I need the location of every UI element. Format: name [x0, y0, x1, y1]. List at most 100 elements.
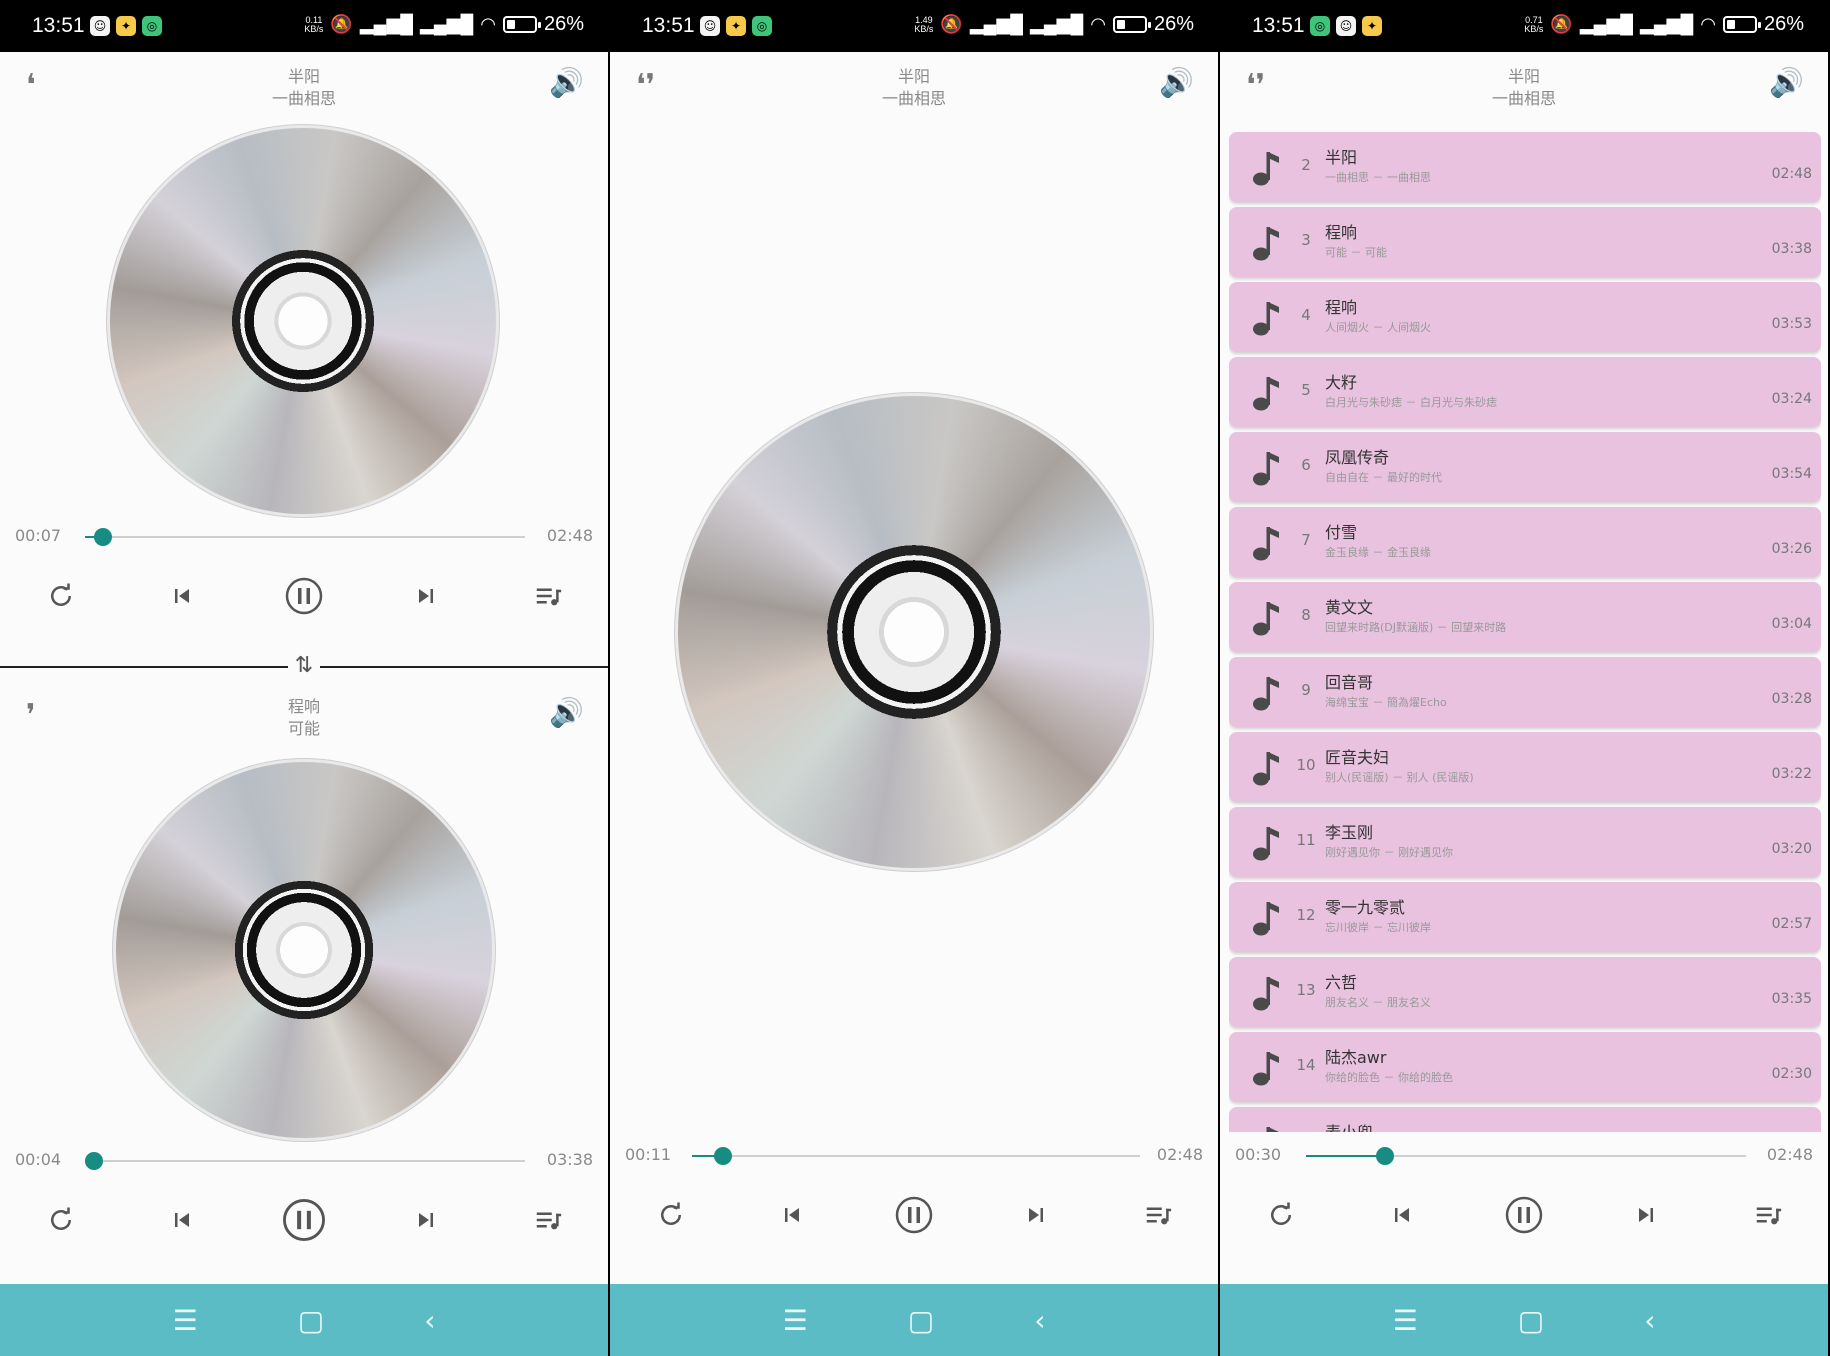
- status-bar: 13:51 ☺ ✦ ◎ 0.11 KB/s 🔕 ▂▄▆█ ▂▄▆█ ◠ 26%: [0, 0, 608, 52]
- song-album-info: 人间烟火 － 人间烟火: [1325, 321, 1431, 334]
- previous-icon: [175, 589, 189, 603]
- song-duration: 03:04: [1771, 616, 1812, 632]
- song-list-item[interactable]: 13 六哲 朋友名义 － 朋友名义 03:35: [1229, 957, 1821, 1027]
- progress-bar[interactable]: 00:11 02:48: [610, 1141, 1218, 1171]
- previous-button[interactable]: [1372, 1185, 1432, 1245]
- playlist-button[interactable]: [518, 566, 578, 626]
- network-speed: 0.71 KB/s: [1524, 14, 1544, 34]
- back-icon[interactable]: ‹: [1034, 1304, 1045, 1337]
- song-artist: 半阳: [1325, 148, 1358, 167]
- pause-button[interactable]: [1494, 1185, 1554, 1245]
- next-button[interactable]: [396, 566, 456, 626]
- progress-bar[interactable]: 00:04 03:38: [0, 1146, 608, 1176]
- status-app-icons: ☺ ✦ ◎: [90, 16, 162, 36]
- seek-thumb[interactable]: [93, 528, 112, 546]
- status-time: 13:51: [1252, 14, 1305, 37]
- pause-button[interactable]: [274, 1190, 334, 1250]
- current-time: 00:11: [625, 1145, 672, 1164]
- song-list-item[interactable]: 5 大籽 白月光与朱砂痣 － 白月光与朱砂痣 03:24: [1229, 357, 1821, 427]
- music-note-icon: [1253, 1052, 1279, 1086]
- song-list[interactable]: 2 半阳 一曲相思 － 一曲相思 02:48 3 程响 可能 － 可能 03:38 4 程响 人间烟…: [1229, 132, 1821, 1132]
- pause-button[interactable]: [274, 566, 334, 626]
- home-icon[interactable]: ▢: [1518, 1304, 1544, 1337]
- progress-bar[interactable]: 00:30 02:48: [1220, 1141, 1828, 1171]
- song-list-item[interactable]: 4 程响 人间烟火 － 人间烟火 03:53: [1229, 282, 1821, 352]
- volume-icon[interactable]: 🔊: [1159, 66, 1194, 99]
- playlist-button[interactable]: [1738, 1185, 1798, 1245]
- playback-controls: [1220, 1185, 1828, 1245]
- song-list-item[interactable]: 7 付雪 金玉良缘 － 金玉良缘 03:26: [1229, 507, 1821, 577]
- home-icon[interactable]: ▢: [298, 1304, 324, 1337]
- repeat-button[interactable]: [641, 1185, 701, 1245]
- song-title: 一曲相思: [1491, 89, 1556, 108]
- playlist-button[interactable]: [518, 1190, 578, 1250]
- song-list-item[interactable]: 2 半阳 一曲相思 － 一曲相思 02:48: [1229, 132, 1821, 202]
- volume-icon[interactable]: 🔊: [1769, 66, 1804, 99]
- song-list-item[interactable]: 麦小兜: [1229, 1107, 1821, 1132]
- back-icon[interactable]: ‹: [1644, 1304, 1655, 1337]
- playback-controls: [610, 1185, 1218, 1245]
- player-main: ❛❜ 半阳 一曲相思 🔊 2 半阳 一曲相思 － 一曲相思 02:48 3 程响 可能 － …: [1220, 52, 1828, 1234]
- song-list-item[interactable]: 8 黄文文 回望来时路(DJ默涵版) － 回望来时路 03:04: [1229, 582, 1821, 652]
- seek-track[interactable]: [84, 1152, 525, 1170]
- previous-button[interactable]: [762, 1185, 822, 1245]
- volume-icon[interactable]: 🔊: [549, 696, 584, 729]
- seek-thumb[interactable]: [84, 1152, 103, 1170]
- repeat-button[interactable]: [1251, 1185, 1311, 1245]
- next-icon: [419, 1213, 433, 1227]
- current-time: 00:30: [1235, 1145, 1282, 1164]
- song-list-item[interactable]: 14 陆杰awr 你给的脸色 － 你给的脸色 02:30: [1229, 1032, 1821, 1102]
- seek-track[interactable]: [692, 1147, 1140, 1165]
- back-icon[interactable]: ‹: [424, 1304, 435, 1337]
- app-icon: ✦: [116, 16, 136, 36]
- menu-icon[interactable]: ☰: [173, 1304, 198, 1337]
- system-navbar: ☰ ▢ ‹: [0, 1284, 608, 1356]
- status-time: 13:51: [32, 14, 85, 37]
- mute-icon: 🔕: [330, 14, 353, 34]
- song-list-item[interactable]: 9 回音哥 海绵宝宝 － 簡為燿Echo 03:28: [1229, 657, 1821, 727]
- song-list-item[interactable]: 3 程响 可能 － 可能 03:38: [1229, 207, 1821, 277]
- song-list-item[interactable]: 6 凤凰传奇 自由自在 － 最好的时代 03:54: [1229, 432, 1821, 502]
- home-icon[interactable]: ▢: [908, 1304, 934, 1337]
- song-list-item[interactable]: 10 匠音夫妇 别人(民谣版) － 别人 (民谣版) 03:22: [1229, 732, 1821, 802]
- pause-button[interactable]: [884, 1185, 944, 1245]
- seek-thumb[interactable]: [714, 1147, 733, 1165]
- seek-track[interactable]: [1306, 1147, 1746, 1165]
- song-duration: 03:28: [1771, 691, 1812, 707]
- battery-icon: [1112, 16, 1151, 33]
- song-artist: 付雪: [1325, 523, 1358, 542]
- next-button[interactable]: [396, 1190, 456, 1250]
- volume-icon[interactable]: 🔊: [549, 66, 584, 99]
- song-duration: 02:48: [1771, 166, 1812, 182]
- player-header: ❜ 程响 可能 🔊: [0, 682, 608, 752]
- seek-thumb[interactable]: [1376, 1147, 1395, 1165]
- music-note-icon: [1253, 152, 1279, 186]
- seek-fill: [1306, 1155, 1386, 1157]
- playlist-button[interactable]: [1128, 1185, 1188, 1245]
- menu-icon[interactable]: ☰: [783, 1304, 808, 1337]
- seek-track[interactable]: [85, 528, 525, 546]
- previous-button[interactable]: [152, 566, 212, 626]
- repeat-button[interactable]: [31, 1190, 91, 1250]
- previous-button[interactable]: [152, 1190, 212, 1250]
- swap-icon[interactable]: ⇅: [288, 650, 320, 682]
- music-note-icon: [1253, 677, 1279, 711]
- player-main: ❛❜ 半阳 一曲相思 🔊 00:11 02:48: [610, 52, 1218, 1234]
- now-playing-info: 半阳 一曲相思: [1220, 66, 1828, 110]
- song-list-item[interactable]: 11 李玉刚 刚好遇见你 － 刚好遇见你 03:20: [1229, 807, 1821, 877]
- pause-icon: [1505, 1196, 1543, 1234]
- next-button[interactable]: [1006, 1185, 1066, 1245]
- menu-icon[interactable]: ☰: [1393, 1304, 1418, 1337]
- repeat-button[interactable]: [31, 566, 91, 626]
- battery-level: 26%: [1763, 13, 1804, 35]
- song-album-info: 金玉良缘 － 金玉良缘: [1325, 546, 1431, 559]
- song-artist: 程响: [1325, 223, 1358, 242]
- song-duration: 02:57: [1771, 916, 1812, 932]
- now-playing-info: 程响 可能: [0, 696, 608, 740]
- player-bottom: ❜ 程响 可能 🔊 00:04 03:38: [0, 682, 608, 1262]
- song-list-item[interactable]: 12 零一九零贰 忘川彼岸 － 忘川彼岸 02:57: [1229, 882, 1821, 952]
- progress-bar[interactable]: 00:07 02:48: [0, 522, 608, 552]
- player-header: ❛ 半阳 一曲相思 🔊: [0, 52, 608, 122]
- next-button[interactable]: [1616, 1185, 1676, 1245]
- total-time: 03:38: [546, 1150, 593, 1169]
